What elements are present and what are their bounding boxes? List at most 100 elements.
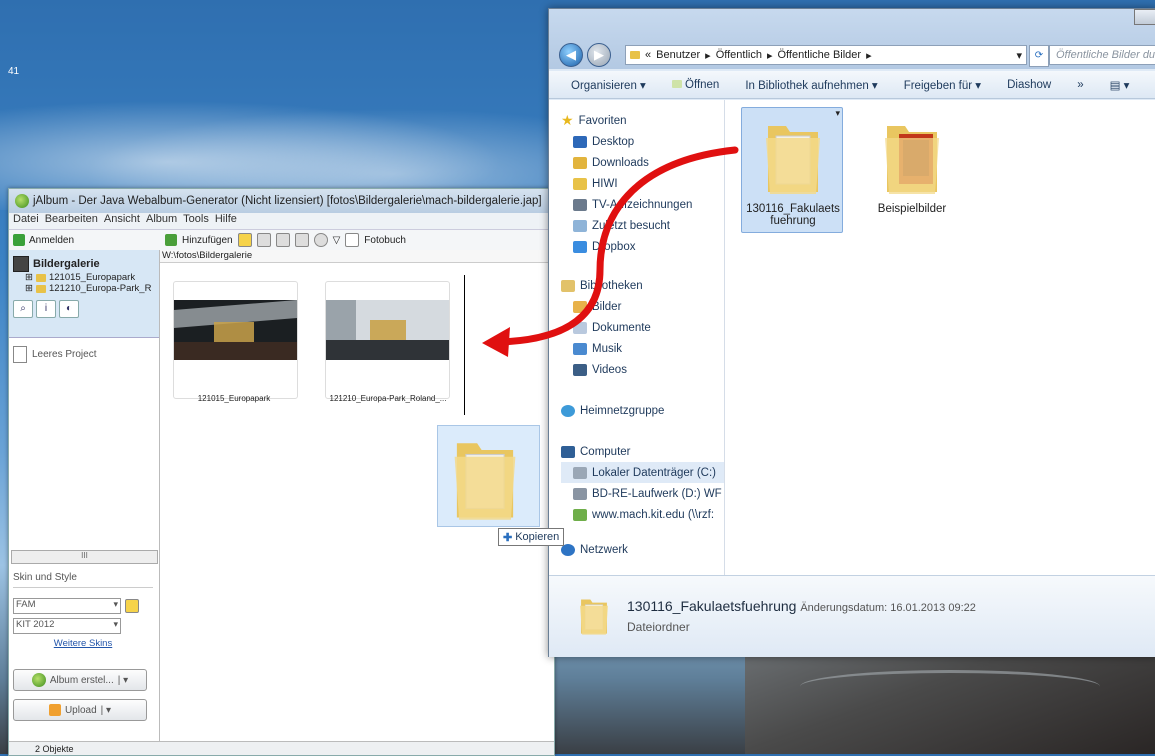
chevron-down-icon[interactable]: | ▾ xyxy=(118,675,128,686)
project-label: Leeres Project xyxy=(32,349,97,360)
more-commands-button[interactable]: » xyxy=(1077,79,1083,91)
share-with-button[interactable]: Freigeben für ▾ xyxy=(904,78,981,92)
menu-datei[interactable]: Datei xyxy=(13,213,39,229)
nav-item-drive-c[interactable]: Lokaler Datenträger (C:) xyxy=(561,462,724,483)
scroll-thumb[interactable]: III xyxy=(81,551,88,560)
details-meta: Änderungsdatum: 16.01.2013 09:22 xyxy=(800,602,976,614)
desktop-clock-fragment: 41 xyxy=(8,66,20,77)
nav-label: Lokaler Datenträger (C:) xyxy=(592,466,716,479)
refresh-icon[interactable]: ⟳ xyxy=(1029,45,1049,67)
nav-item-desktop[interactable]: Desktop xyxy=(561,131,724,152)
organize-button[interactable]: Organisieren ▾ xyxy=(571,78,646,92)
optical-drive-icon xyxy=(573,487,587,500)
tag-icon[interactable]: ◐ xyxy=(59,300,79,318)
forward-arrow-icon[interactable]: ▶ xyxy=(587,43,611,67)
nav-item-videos[interactable]: Videos xyxy=(561,359,724,380)
add-to-library-button[interactable]: In Bibliothek aufnehmen ▾ xyxy=(745,78,877,92)
skin-section-label: Skin und Style xyxy=(13,572,153,588)
nav-label: Favoriten xyxy=(578,114,627,127)
breadcrumb-separator-icon[interactable]: ▸ xyxy=(767,49,773,62)
album-path: W:\fotos\Bildergalerie xyxy=(160,250,552,263)
skin-select[interactable]: FAM xyxy=(13,598,121,614)
search-icon[interactable]: ⌕ xyxy=(13,300,33,318)
address-dropdown-icon[interactable]: ▾ xyxy=(1016,49,1022,62)
back-arrow-icon[interactable]: ◀ xyxy=(559,43,583,67)
address-bar[interactable]: « Benutzer ▸ Öffentlich ▸ Öffentliche Bi… xyxy=(625,45,1027,65)
horizontal-scrollbar[interactable]: III xyxy=(11,550,158,564)
rotate-icon[interactable] xyxy=(275,233,290,247)
style-select[interactable]: KIT 2012 xyxy=(13,618,121,634)
breadcrumb-separator-icon[interactable]: ▸ xyxy=(705,49,711,62)
upload-button[interactable]: Upload | ▾ xyxy=(13,699,147,721)
tree-item[interactable]: ⊞ 121210_Europa-Park_R xyxy=(13,283,155,294)
nav-item-drive-d[interactable]: BD-RE-Laufwerk (D:) WF xyxy=(561,483,724,504)
search-input[interactable]: Öffentliche Bilder du xyxy=(1049,45,1155,65)
menu-bearbeiten[interactable]: Bearbeiten xyxy=(45,213,98,229)
album-thumbnail[interactable] xyxy=(173,281,298,399)
gallery-thumb-icon xyxy=(13,256,29,272)
more-skins-link[interactable]: Weitere Skins xyxy=(13,638,153,649)
chevron-down-icon[interactable]: | ▾ xyxy=(101,705,111,716)
nav-item-dropbox[interactable]: Dropbox xyxy=(561,236,724,257)
nav-favorites[interactable]: ★ Favoriten xyxy=(561,110,724,131)
tree-root[interactable]: Bildergalerie xyxy=(13,256,155,272)
nav-item-musik[interactable]: Musik xyxy=(561,338,724,359)
pictures-icon xyxy=(573,300,587,313)
folder-item-label: Beispielbilder xyxy=(877,203,947,215)
photobook-button[interactable]: Fotobuch xyxy=(364,235,406,246)
thumbnail-image xyxy=(174,300,297,360)
breadcrumb-oeffentliche-bilder[interactable]: Öffentliche Bilder xyxy=(778,49,862,61)
nav-computer[interactable]: Computer xyxy=(561,441,724,462)
open-button[interactable]: Öffnen xyxy=(671,79,719,91)
nav-item-hiwi[interactable]: HIWI xyxy=(561,173,724,194)
crop-icon[interactable] xyxy=(294,233,309,247)
nav-item-network-drive[interactable]: www.mach.kit.edu (\\rzf: xyxy=(561,504,724,525)
nav-item-tv[interactable]: TV-Aufzeichnungen xyxy=(561,194,724,215)
minimize-button[interactable] xyxy=(1134,9,1155,25)
login-button[interactable]: Anmelden xyxy=(9,234,153,246)
network-group: Netzwerk xyxy=(549,525,724,560)
circle-icon[interactable] xyxy=(313,233,328,247)
star-icon[interactable] xyxy=(237,233,252,247)
nav-item-bilder[interactable]: Bilder xyxy=(561,296,724,317)
breadcrumb-benutzer[interactable]: Benutzer xyxy=(656,49,700,61)
nav-label: Zuletzt besucht xyxy=(592,219,670,232)
nav-label: Desktop xyxy=(592,135,635,148)
address-prefix: « xyxy=(645,49,652,61)
nav-libraries[interactable]: Bibliotheken xyxy=(561,275,724,296)
album-thumbnail[interactable] xyxy=(325,281,450,399)
create-album-button[interactable]: Album erstel... | ▾ xyxy=(13,669,147,691)
folder-item-selected[interactable]: 130116_Fakulaets fuehrung xyxy=(741,107,843,233)
folder-item[interactable]: Beispielbilder xyxy=(863,108,961,215)
folder-icon xyxy=(573,177,587,190)
info-icon[interactable]: i xyxy=(36,300,56,318)
breadcrumb-oeffentlich[interactable]: Öffentlich xyxy=(716,49,762,61)
expand-icon[interactable]: ⊞ xyxy=(25,272,33,283)
slideshow-button[interactable]: Diashow xyxy=(1007,79,1051,91)
nav-label: www.mach.kit.edu (\\rzf: xyxy=(592,508,715,521)
filter-icon[interactable]: ▽ xyxy=(333,235,341,246)
skin-settings-icon[interactable] xyxy=(125,599,139,613)
nav-item-recent[interactable]: Zuletzt besucht xyxy=(561,215,724,236)
add-button[interactable]: Hinzufügen xyxy=(182,235,233,246)
breadcrumb-separator-icon[interactable]: ▸ xyxy=(866,49,872,62)
nav-item-downloads[interactable]: Downloads xyxy=(561,152,724,173)
menu-ansicht[interactable]: Ansicht xyxy=(104,213,140,229)
menu-album[interactable]: Album xyxy=(146,213,177,229)
nav-network[interactable]: Netzwerk xyxy=(561,539,724,560)
nav-homegroup[interactable]: Heimnetzgruppe xyxy=(561,400,724,421)
image-edit-icon[interactable] xyxy=(256,233,271,247)
folder-icon xyxy=(35,284,46,293)
jalbum-title-bar[interactable]: jAlbum - Der Java Webalbum-Generator (Ni… xyxy=(9,189,554,213)
nav-item-dokumente[interactable]: Dokumente xyxy=(561,317,724,338)
expand-icon[interactable]: ⊞ xyxy=(25,283,33,294)
nav-label: Computer xyxy=(580,445,631,458)
folder-content[interactable]: 130116_Fakulaets fuehrung Beispielbilder xyxy=(725,100,1155,575)
tree-item[interactable]: ⊞ 121015_Europapark xyxy=(13,272,155,283)
project-item[interactable]: Leeres Project xyxy=(9,338,159,371)
view-options-icon[interactable]: ▤ ▾ xyxy=(1110,78,1130,92)
menu-hilfe[interactable]: Hilfe xyxy=(215,213,237,229)
folder-item-label: 130116_Fakulaets fuehrung xyxy=(746,203,840,227)
library-icon xyxy=(561,279,575,292)
menu-tools[interactable]: Tools xyxy=(183,213,209,229)
